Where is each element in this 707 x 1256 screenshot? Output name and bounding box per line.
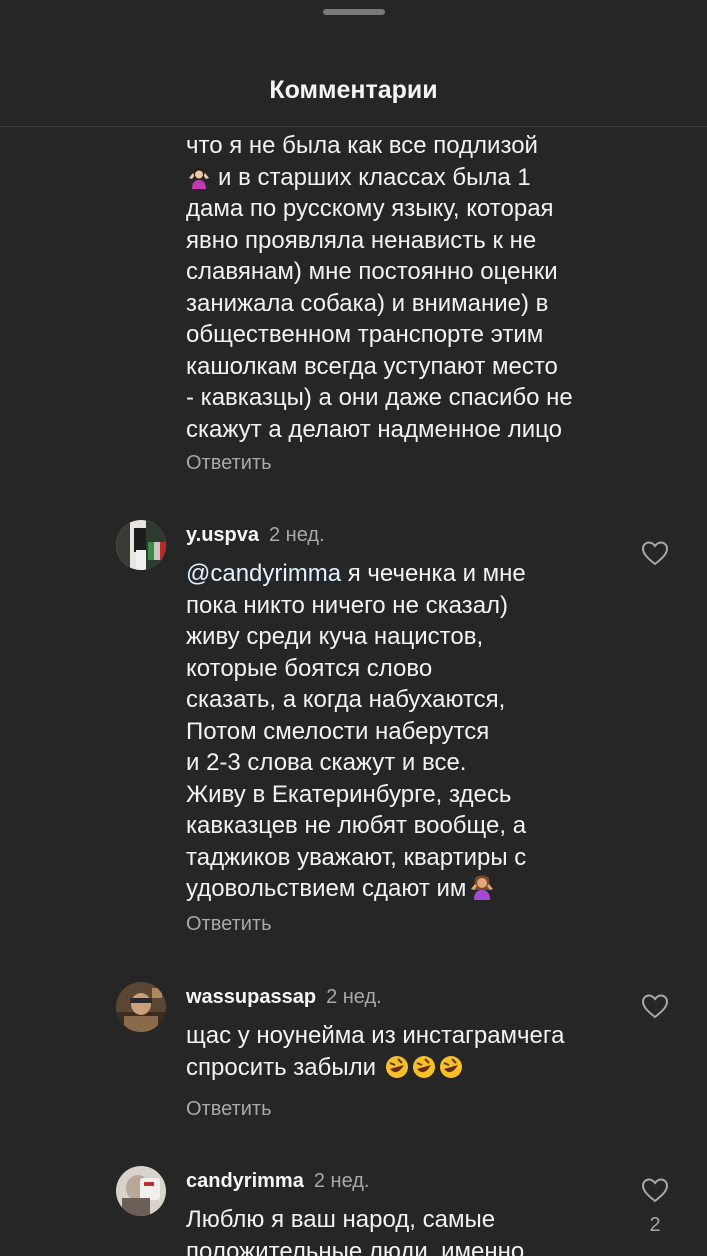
avatar-image xyxy=(116,982,166,1032)
reply-button[interactable]: Ответить xyxy=(186,452,272,475)
comment-line: общественном транспорте этим xyxy=(186,321,544,348)
comment-meta: y.uspva 2 нед. xyxy=(186,524,325,547)
comment-text: @candyrimma я чеченка и мне пока никто н… xyxy=(186,558,526,905)
comment-line: и 2-3 слова скажут и все. xyxy=(186,749,467,776)
comment-line: славянам) мне постоянно оценки xyxy=(186,258,558,285)
comments-list[interactable]: что я не была как все подлизой и в старш… xyxy=(0,127,707,1256)
avatar-image xyxy=(116,520,166,570)
comment-meta: wassupassap 2 нед. xyxy=(186,986,382,1009)
comment-line: пока никто ничего не сказал) xyxy=(186,591,509,619)
comment-line: скажут а делают надменное лицо xyxy=(186,415,562,443)
avatar[interactable] xyxy=(116,520,166,570)
comment-time: 2 нед. xyxy=(313,1170,370,1192)
comment-line: @candyrimma я чеченка и мне xyxy=(186,560,526,587)
comment-line: щас у ноунейма из инстаграмчега xyxy=(186,1022,565,1049)
like-count: 2 xyxy=(649,1214,661,1236)
sheet-title: Комментарии xyxy=(269,76,438,104)
comment-time: 2 нед. xyxy=(269,524,325,546)
reply-button[interactable]: Ответить xyxy=(186,913,272,936)
comment-line: кавказцев не любят вообще, а xyxy=(186,812,527,839)
comment-line: занижала собака) и внимание) в xyxy=(186,289,549,317)
comment-line: таджиков уважают, квартиры с xyxy=(186,843,527,871)
comment-line: удовольствием сдают им xyxy=(186,873,526,905)
heart-icon[interactable] xyxy=(640,992,670,1022)
comment-line: Потом смелости наберутся xyxy=(186,717,490,745)
comment-line: и в старших классах была 1 xyxy=(186,162,573,194)
comment-line: спросить забыли xyxy=(186,1052,564,1084)
comment-username[interactable]: y.uspva xyxy=(186,524,259,546)
mention-link[interactable]: @candyrimma xyxy=(186,560,341,587)
comment-username[interactable]: candyrimma xyxy=(186,1170,304,1192)
comment-line: - кавказцы) а они даже спасибо не xyxy=(186,384,573,411)
reply-button[interactable]: Ответить xyxy=(186,1098,272,1121)
comment-text: щас у ноунейма из инстаграмчега спросить… xyxy=(186,1020,564,1083)
comment-username[interactable]: wassupassap xyxy=(186,986,316,1008)
heart-icon[interactable] xyxy=(640,1176,670,1206)
comment-text: что я не была как все подлизой и в старш… xyxy=(186,130,573,445)
comment-meta: candyrimma 2 нед. xyxy=(186,1170,369,1193)
heart-icon[interactable] xyxy=(640,539,670,569)
avatar-image xyxy=(116,1166,166,1216)
comment-line: дама по русскому языку, которая xyxy=(186,195,554,222)
rolling-on-floor-laughing-emoji xyxy=(384,1054,465,1081)
comment-line: положительные люди, именно xyxy=(186,1237,525,1256)
comment-line: сказать, а когда набухаются, xyxy=(186,686,506,713)
avatar[interactable] xyxy=(116,1166,166,1216)
comment-line: Люблю я ваш народ, самые xyxy=(186,1206,496,1233)
comment-line: кашолкам всегда уступают место xyxy=(186,352,558,380)
woman-shrugging-emoji xyxy=(468,874,496,909)
comment-line: явно проявляла ненависть к не xyxy=(186,226,537,254)
comment-time: 2 нед. xyxy=(326,986,382,1008)
comment-line: живу среди куча нацистов, xyxy=(186,623,484,650)
avatar[interactable] xyxy=(116,982,166,1032)
comment-line: что я не была как все подлизой xyxy=(186,132,538,159)
comment-text: Люблю я ваш народ, самые положительные л… xyxy=(186,1204,524,1256)
comment-line: которые боятся слово xyxy=(186,654,433,682)
sheet-drag-handle[interactable] xyxy=(323,9,385,15)
comment-line: Живу в Екатеринбурге, здесь xyxy=(186,780,512,808)
